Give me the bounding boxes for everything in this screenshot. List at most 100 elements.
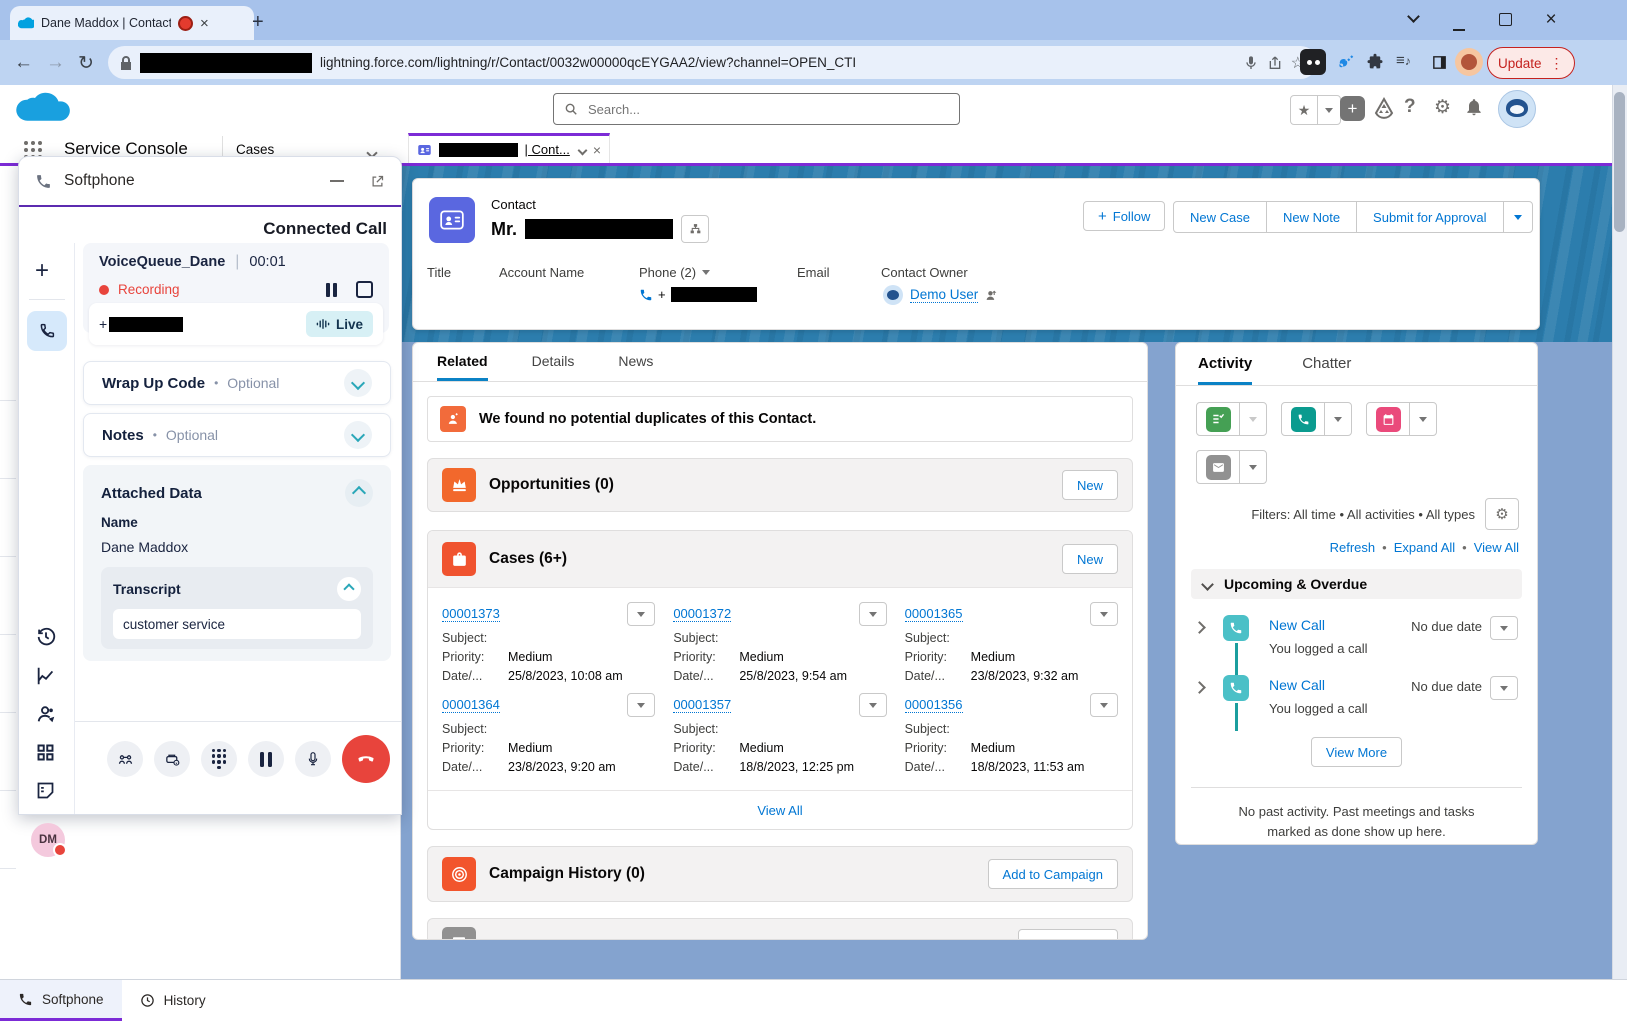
end-call-button[interactable] xyxy=(342,735,390,783)
tab-related[interactable]: Related xyxy=(437,353,488,381)
popout-icon[interactable] xyxy=(370,174,385,189)
hold-call-icon[interactable] xyxy=(248,741,284,777)
case-actions-dropdown[interactable] xyxy=(859,602,887,626)
window-menu-chevron-icon[interactable] xyxy=(1398,8,1428,26)
rail-history-icon[interactable] xyxy=(35,625,57,647)
guidance-center-icon[interactable] xyxy=(1372,96,1396,120)
url-bar[interactable]: lightning.force.com/lightning/r/Contact/… xyxy=(108,46,1317,79)
add-to-campaign-button[interactable]: Add to Campaign xyxy=(988,859,1118,889)
case-actions-dropdown[interactable] xyxy=(1090,693,1118,717)
browser-menu-dots-icon[interactable]: ⋮ xyxy=(1550,55,1564,72)
rail-phone-tab-active[interactable] xyxy=(27,311,67,351)
new-event-button-group[interactable] xyxy=(1366,402,1437,436)
rail-analytics-icon[interactable] xyxy=(35,665,57,687)
case-actions-dropdown[interactable] xyxy=(859,693,887,717)
browser-update-button[interactable]: Update ⋮ xyxy=(1487,47,1575,79)
case-actions-dropdown[interactable] xyxy=(627,693,655,717)
contact-owner-value[interactable]: Demo User xyxy=(883,285,998,305)
case-actions-dropdown[interactable] xyxy=(627,602,655,626)
activity-view-all-link[interactable]: View All xyxy=(1474,540,1519,555)
console-tab-close-icon[interactable]: × xyxy=(593,142,601,158)
log-call-button-group[interactable] xyxy=(1281,402,1352,436)
submit-approval-button[interactable]: Submit for Approval xyxy=(1356,202,1502,232)
side-panel-icon[interactable] xyxy=(1426,49,1452,75)
filters-gear-icon[interactable]: ⚙ xyxy=(1485,498,1519,530)
forward-icon[interactable]: → xyxy=(46,52,65,74)
stop-recording-icon[interactable] xyxy=(356,281,373,298)
user-avatar[interactable] xyxy=(1498,90,1536,128)
tab-details[interactable]: Details xyxy=(532,353,575,381)
hierarchy-icon[interactable] xyxy=(681,215,709,243)
activity-title-link[interactable]: New Call xyxy=(1269,617,1325,633)
global-actions-plus-icon[interactable]: + xyxy=(1340,96,1365,121)
minimize-icon[interactable] xyxy=(330,180,344,182)
live-transcription-chip[interactable]: Live xyxy=(306,311,373,337)
tab-activity[interactable]: Activity xyxy=(1198,355,1252,385)
case-number-link[interactable]: 00001356 xyxy=(905,697,963,713)
tab-news[interactable]: News xyxy=(618,353,653,381)
utility-history-tab[interactable]: History xyxy=(122,980,224,1021)
email-button-group[interactable] xyxy=(1196,450,1267,484)
view-more-button[interactable]: View More xyxy=(1311,737,1402,767)
transfer-call-icon[interactable] xyxy=(107,741,143,777)
reload-icon[interactable]: ↻ xyxy=(78,52,94,75)
notes-section[interactable]: Notes • Optional xyxy=(83,413,391,457)
extension-key-icon[interactable] xyxy=(1332,49,1358,75)
new-tab-button[interactable]: + xyxy=(252,12,264,32)
dialpad-icon[interactable] xyxy=(201,741,237,777)
event-dropdown-icon[interactable] xyxy=(1409,403,1436,435)
tab-chatter[interactable]: Chatter xyxy=(1302,355,1351,385)
follow-button[interactable]: + Follow xyxy=(1083,201,1165,231)
agent-avatar[interactable]: DM xyxy=(31,823,65,857)
new-task-button-group[interactable] xyxy=(1196,402,1267,436)
activity-actions-dropdown[interactable] xyxy=(1490,676,1518,700)
cases-title[interactable]: Cases (6+) xyxy=(489,550,567,568)
page-scroll-thumb[interactable] xyxy=(1614,92,1625,232)
wrapup-chevron-icon[interactable] xyxy=(344,369,372,397)
console-tab-contact[interactable]: | Cont... × xyxy=(408,133,610,163)
upcoming-overdue-header[interactable]: Upcoming & Overdue xyxy=(1191,569,1522,599)
cases-new-button[interactable]: New xyxy=(1062,544,1118,574)
campaign-title[interactable]: Campaign History (0) xyxy=(489,865,645,883)
share-icon[interactable] xyxy=(1267,55,1283,71)
clipped-action-button[interactable] xyxy=(1018,929,1118,940)
activity-filters-summary[interactable]: Filters: All time • All activities • All… xyxy=(1251,507,1475,522)
browser-tab[interactable]: Dane Maddox | Contact | Sal × xyxy=(10,6,254,40)
log-call-dropdown-icon[interactable] xyxy=(1324,403,1351,435)
reading-list-icon[interactable]: ≡♪ xyxy=(1396,52,1411,69)
opportunities-new-button[interactable]: New xyxy=(1062,470,1118,500)
email-dropdown-icon[interactable] xyxy=(1239,451,1266,483)
extension-password-icon[interactable] xyxy=(1300,49,1326,75)
favorite-star-icon[interactable]: ★ xyxy=(1291,102,1317,119)
rail-add-call-icon[interactable]: + xyxy=(35,257,49,285)
new-note-button[interactable]: New Note xyxy=(1266,202,1356,232)
case-number-link[interactable]: 00001373 xyxy=(442,606,500,622)
case-number-link[interactable]: 00001365 xyxy=(905,606,963,622)
case-number-link[interactable]: 00001364 xyxy=(442,697,500,713)
activity-title-link[interactable]: New Call xyxy=(1269,677,1325,693)
extensions-puzzle-icon[interactable] xyxy=(1362,49,1388,75)
transcript-chevron-icon[interactable] xyxy=(337,577,361,601)
notifications-bell-icon[interactable] xyxy=(1464,97,1484,117)
setup-gear-icon[interactable]: ⚙ xyxy=(1434,96,1451,119)
window-close-button[interactable]: × xyxy=(1536,9,1566,31)
tab-close-icon[interactable]: × xyxy=(200,15,209,32)
case-actions-dropdown[interactable] xyxy=(1090,602,1118,626)
more-actions-dropdown-icon[interactable] xyxy=(1503,202,1532,232)
nav-item-cases[interactable]: Cases xyxy=(236,142,274,157)
refresh-link[interactable]: Refresh xyxy=(1330,540,1376,555)
mic-icon[interactable] xyxy=(1243,55,1259,71)
case-number-link[interactable]: 00001357 xyxy=(673,697,731,713)
window-maximize-button[interactable] xyxy=(1490,13,1520,31)
global-search-input[interactable] xyxy=(586,101,949,118)
browser-profile-avatar[interactable] xyxy=(1455,48,1483,76)
phone-dropdown-icon[interactable] xyxy=(702,270,710,275)
expand-row-icon[interactable] xyxy=(1193,681,1206,694)
tab-chevron-icon[interactable] xyxy=(579,141,586,159)
pause-recording-icon[interactable] xyxy=(326,283,337,297)
rail-apps-grid-icon[interactable] xyxy=(35,742,56,763)
global-search[interactable] xyxy=(553,93,960,125)
transcript-input[interactable] xyxy=(113,609,361,639)
case-number-link[interactable]: 00001372 xyxy=(673,606,731,622)
rail-agent-icon[interactable] xyxy=(35,703,57,725)
